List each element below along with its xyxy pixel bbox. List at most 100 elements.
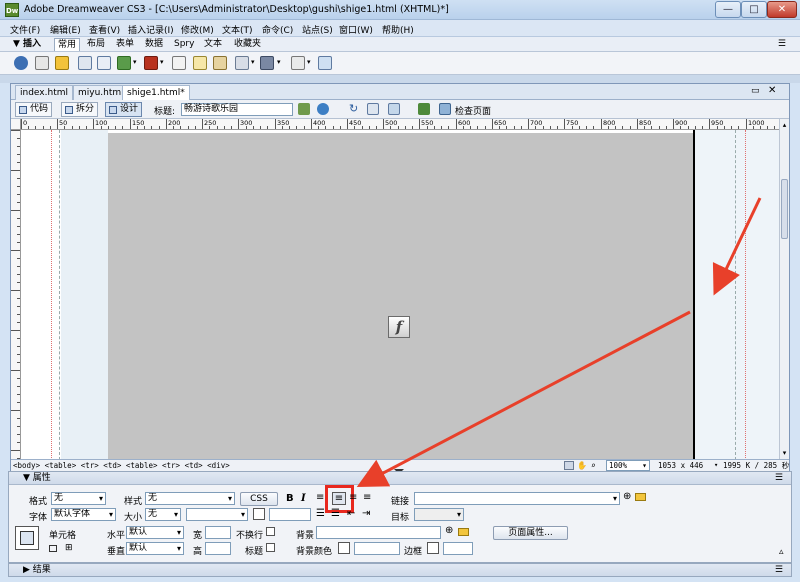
named-anchor-icon[interactable]	[55, 56, 69, 70]
table-icon[interactable]	[78, 56, 92, 70]
menu-modify[interactable]: 修改(M)	[181, 23, 214, 36]
tag-chooser-icon[interactable]	[318, 56, 332, 70]
minimize-button[interactable]: —	[715, 1, 741, 18]
visual-aids-icon[interactable]	[388, 103, 400, 115]
design-view-canvas[interactable]: f	[21, 130, 779, 460]
close-doc-icon[interactable]: ✕	[768, 85, 776, 96]
menu-window[interactable]: 窗口(W)	[339, 23, 373, 36]
bgcolor-swatch[interactable]	[338, 542, 350, 554]
panel-options-icon[interactable]: ☰	[778, 39, 786, 49]
page-title-input[interactable]: 畅游诗歌乐园	[181, 103, 293, 116]
hyperlink-icon[interactable]	[14, 56, 28, 70]
justify-icon[interactable]: ≡	[363, 492, 371, 503]
window-size-dropdown-icon[interactable]: ▾	[714, 460, 718, 471]
file-management-icon[interactable]	[298, 103, 310, 115]
zoom-tool-icon[interactable]: ⌕	[591, 460, 596, 471]
size-unit-select[interactable]	[186, 508, 248, 521]
bg-browse-folder-icon[interactable]	[458, 528, 469, 536]
unordered-list-icon[interactable]: ☰	[316, 508, 325, 519]
include-dropdown-icon[interactable]: ▾	[251, 58, 255, 66]
tab-data[interactable]: 数据	[142, 38, 166, 51]
tab-favorites[interactable]: 收藏夹	[231, 38, 264, 51]
background-image-input[interactable]	[316, 526, 441, 539]
template-icon[interactable]	[213, 56, 227, 70]
script-dropdown-icon[interactable]: ▾	[307, 58, 311, 66]
align-center-icon[interactable]: ≡	[332, 492, 346, 505]
head-dropdown-icon[interactable]: ▾	[277, 58, 281, 66]
scrollbar-thumb[interactable]	[781, 179, 788, 239]
check-page-button[interactable]: 检查页面	[455, 104, 491, 117]
align-left-icon[interactable]: ≡	[316, 492, 324, 503]
server-include-icon[interactable]	[235, 56, 249, 70]
width-input[interactable]	[205, 526, 231, 539]
point-to-file-icon[interactable]: ⊕	[623, 491, 631, 502]
script-icon[interactable]	[291, 56, 305, 70]
preview-browser-icon[interactable]	[317, 103, 329, 115]
window-size[interactable]: 1053 x 446	[658, 460, 703, 471]
ordered-list-icon[interactable]: ☰	[331, 508, 340, 519]
design-view-button[interactable]: 设计	[105, 102, 143, 117]
text-color-swatch[interactable]	[253, 508, 265, 520]
align-right-icon[interactable]: ≡	[349, 492, 357, 503]
flash-movie-placeholder[interactable]: f	[108, 133, 693, 460]
css-button[interactable]: CSS	[240, 492, 278, 506]
link-input[interactable]	[414, 492, 620, 505]
tab-layout[interactable]: 布局	[84, 38, 108, 51]
close-button[interactable]: ✕	[767, 1, 797, 18]
tab-forms[interactable]: 表单	[113, 38, 137, 51]
menu-commands[interactable]: 命令(C)	[262, 23, 293, 36]
image-icon[interactable]	[117, 56, 131, 70]
properties-options-icon[interactable]: ☰	[775, 472, 783, 484]
text-color-input[interactable]	[269, 508, 311, 521]
tab-spry[interactable]: Spry	[171, 38, 197, 51]
media-dropdown-icon[interactable]: ▾	[160, 58, 164, 66]
check-page-icon[interactable]	[439, 103, 451, 115]
menu-file[interactable]: 文件(F)	[10, 23, 40, 36]
menu-insert[interactable]: 插入记录(I)	[128, 23, 174, 36]
merge-cells-icon[interactable]	[49, 545, 57, 552]
font-select[interactable]: 默认字体	[51, 508, 116, 521]
format-select[interactable]: 无	[51, 492, 106, 505]
doc-tab-index[interactable]: index.html	[15, 85, 73, 100]
italic-button[interactable]: I	[301, 493, 306, 504]
validate-markup-icon[interactable]	[418, 103, 430, 115]
image-dropdown-icon[interactable]: ▾	[133, 58, 137, 66]
view-options-icon[interactable]	[367, 103, 379, 115]
outdent-icon[interactable]: ⇤	[347, 508, 355, 519]
doc-tab-miyu[interactable]: miyu.html	[73, 85, 129, 100]
code-view-button[interactable]: 代码	[15, 102, 53, 117]
menu-text[interactable]: 文本(T)	[222, 23, 253, 36]
menu-help[interactable]: 帮助(H)	[382, 23, 414, 36]
properties-header[interactable]: ▼ 属性 ☰	[9, 472, 791, 485]
select-tool-icon[interactable]	[564, 461, 574, 470]
hand-tool-icon[interactable]: ✋	[577, 460, 587, 471]
bg-point-to-file-icon[interactable]: ⊕	[445, 525, 453, 536]
border-color-swatch[interactable]	[427, 542, 439, 554]
div-icon[interactable]	[97, 56, 111, 70]
height-input[interactable]	[205, 542, 231, 555]
split-view-button[interactable]: 拆分	[61, 102, 99, 117]
tab-text[interactable]: 文本	[201, 38, 225, 51]
horizontal-align-select[interactable]: 默认	[126, 526, 184, 539]
scroll-down-icon[interactable]: ▾	[780, 449, 789, 458]
split-cell-icon[interactable]: ⊞	[65, 543, 73, 553]
bold-button[interactable]: B	[286, 493, 294, 504]
style-select[interactable]: 无	[145, 492, 235, 505]
zoom-select[interactable]: 100%	[606, 460, 650, 471]
tab-common[interactable]: 常用	[54, 38, 81, 51]
results-panel-bar[interactable]: ▶ 结果 ☰	[8, 563, 792, 577]
menu-site[interactable]: 站点(S)	[302, 23, 333, 36]
page-properties-button[interactable]: 页面属性...	[493, 526, 568, 540]
bgcolor-input[interactable]	[354, 542, 400, 555]
menu-edit[interactable]: 编辑(E)	[50, 23, 81, 36]
maximize-button[interactable]: □	[741, 1, 767, 18]
date-icon[interactable]	[172, 56, 186, 70]
media-icon[interactable]	[144, 56, 158, 70]
head-icon[interactable]	[260, 56, 274, 70]
menu-view[interactable]: 查看(V)	[89, 23, 120, 36]
border-color-input[interactable]	[443, 542, 473, 555]
header-checkbox[interactable]	[266, 543, 275, 552]
indent-icon[interactable]: ⇥	[362, 508, 370, 519]
expand-properties-icon[interactable]: ▵	[779, 547, 784, 557]
browse-folder-icon[interactable]	[635, 493, 646, 501]
